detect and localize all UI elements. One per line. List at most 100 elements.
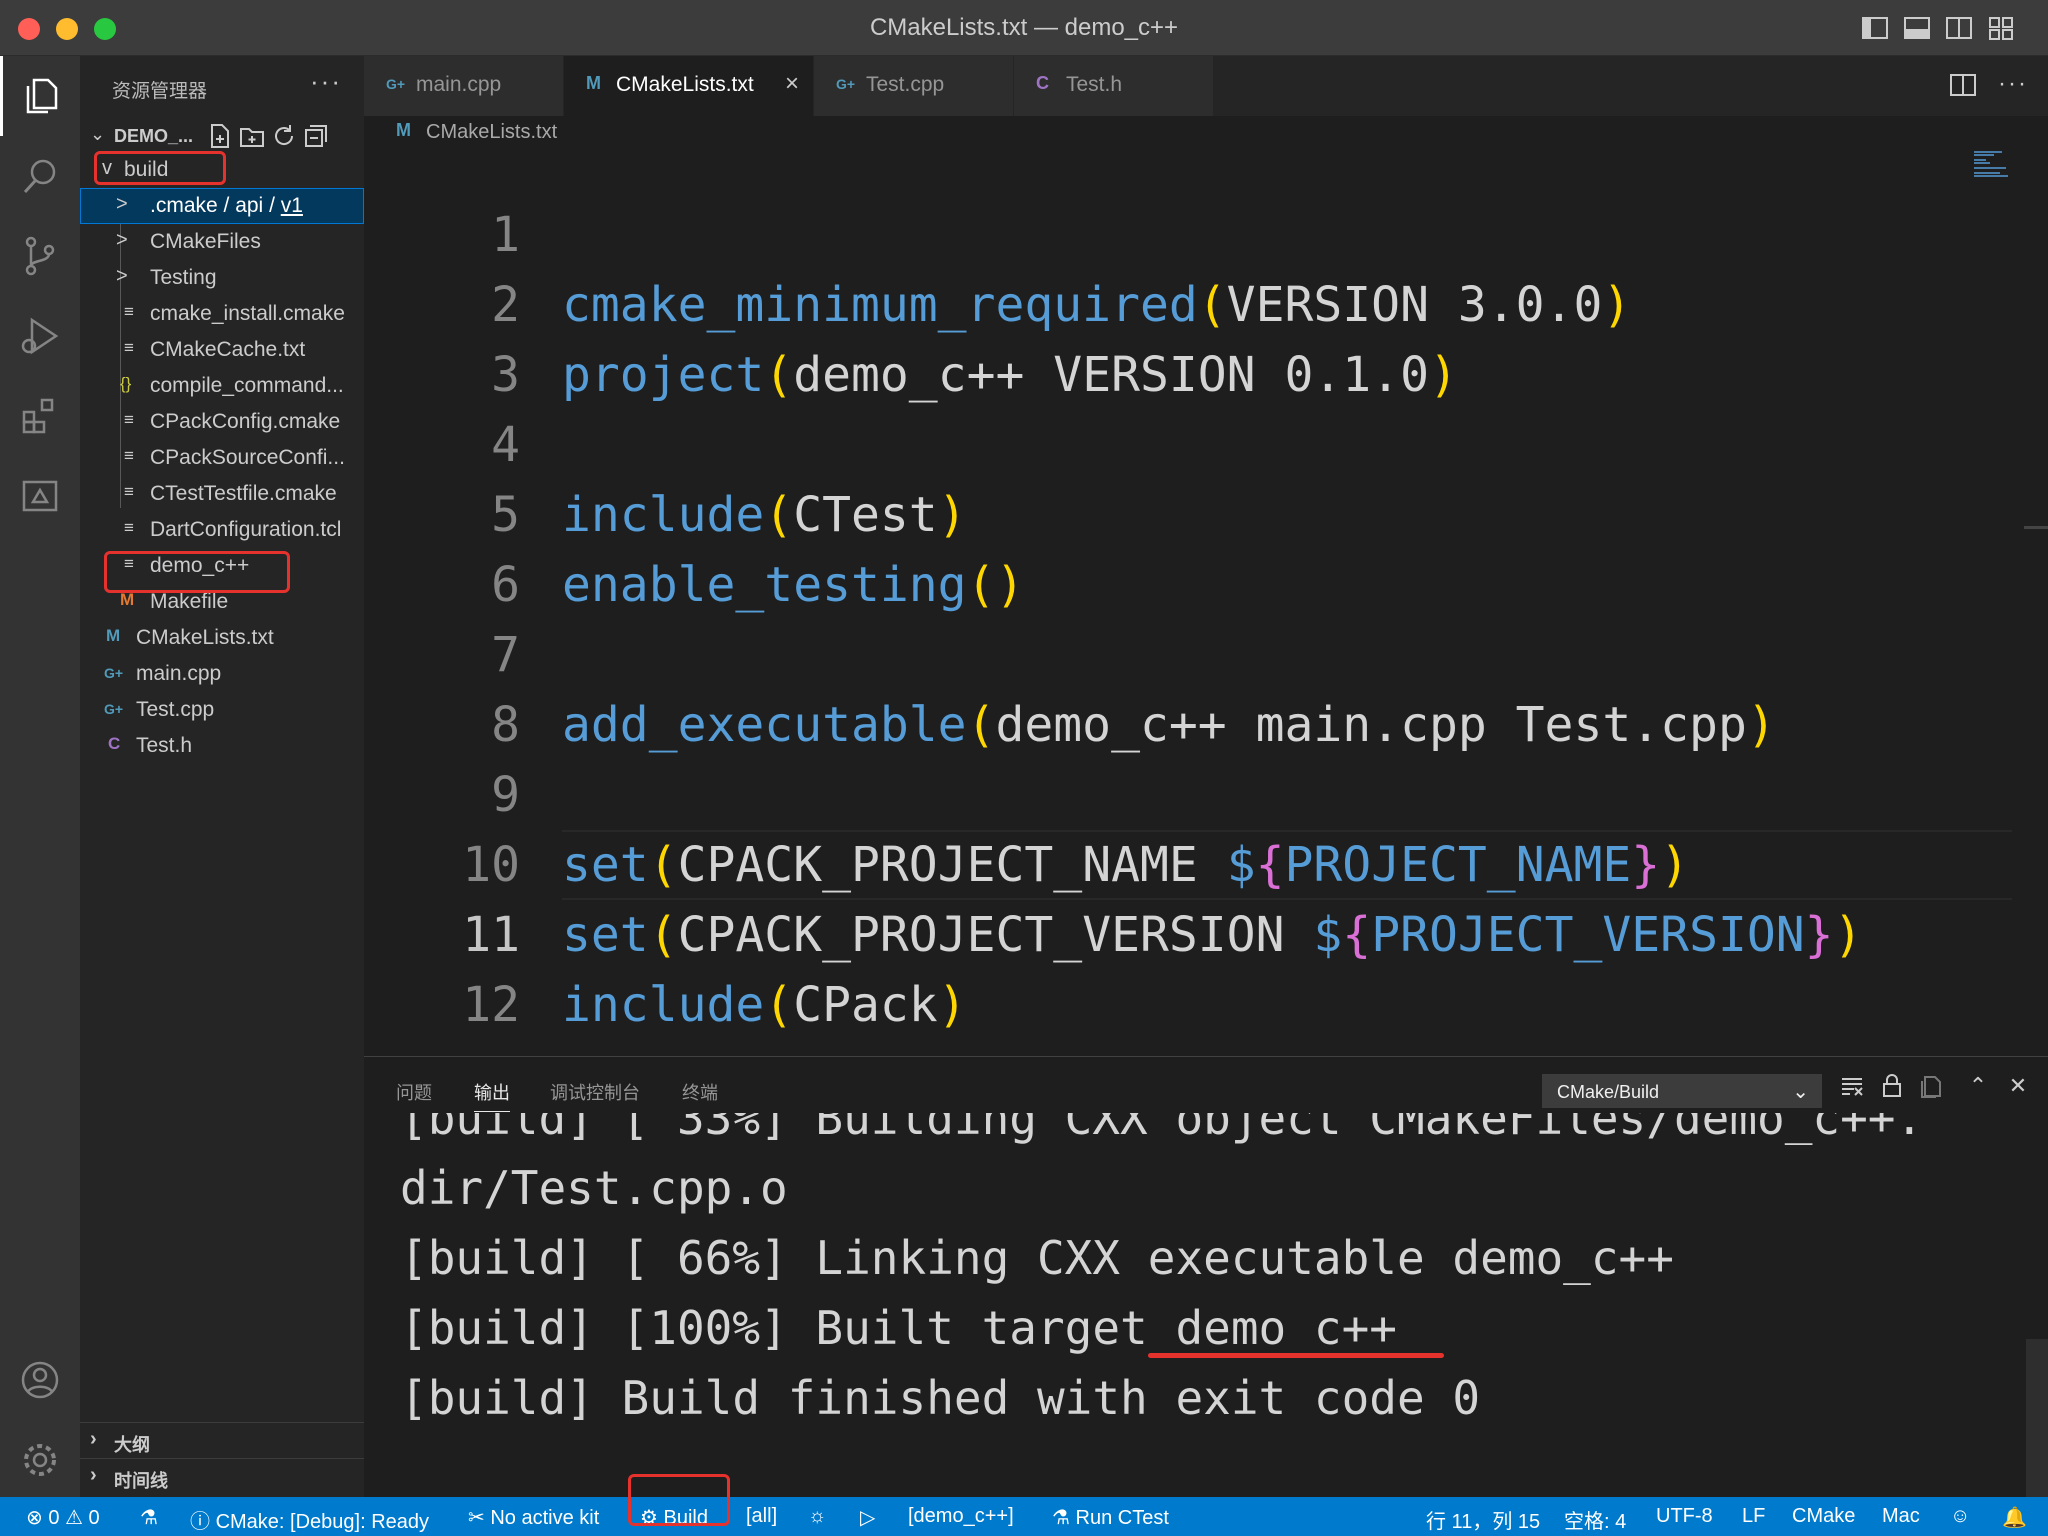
window-title: CMakeLists.txt — demo_c++ (869, 14, 1179, 41)
explorer-title: 资源管理器 (112, 81, 208, 102)
chevron-right-icon: > (116, 265, 128, 287)
run-ctest-button[interactable]: ⚗ Run CTest (1052, 1505, 1169, 1530)
project-folder-header[interactable]: ⌄ DEMO_... (80, 118, 364, 154)
output-line: dir/Test.cpp.o (400, 1161, 788, 1215)
close-tab-icon[interactable]: × (785, 70, 799, 98)
clear-output-icon[interactable] (1838, 1073, 1866, 1101)
tab-test-h[interactable]: C Test.h (1014, 56, 1214, 116)
file-lines-icon: ≡ (124, 482, 134, 501)
problems-status[interactable]: ⊗ 0 ⚠ 0 (26, 1505, 100, 1530)
launch-target-select[interactable]: [demo_c++] (908, 1505, 1014, 1528)
makefile-icon: M (120, 590, 135, 609)
more-actions-icon[interactable]: ··· (310, 66, 342, 97)
lock-scroll-icon[interactable] (1878, 1073, 1906, 1101)
toggle-primary-sidebar-icon[interactable] (1860, 14, 1890, 42)
tree-item-dartconfiguration[interactable]: ≡ DartConfiguration.tcl (80, 512, 364, 548)
new-file-icon[interactable] (206, 122, 234, 150)
tab-problems[interactable]: 问题 (396, 1079, 432, 1105)
maximize-panel-icon[interactable]: ⌃ (1964, 1073, 1992, 1101)
annotation-box-build (94, 151, 226, 185)
annotation-box-build-button (628, 1474, 730, 1526)
language-mode[interactable]: CMake (1792, 1505, 1855, 1528)
output-channel-select[interactable]: CMake/Build ⌄ (1542, 1074, 1822, 1108)
customize-layout-icon[interactable] (1986, 14, 2016, 42)
minimap[interactable] (1972, 150, 2020, 180)
tree-item-cpacksourceconfig[interactable]: ≡ CPackSourceConfi... (80, 440, 364, 476)
code-line: 10 set(CPACK_PROJECT_VERSION ${PROJECT_V… (364, 760, 1964, 963)
run-play-icon[interactable]: ▷ (860, 1505, 875, 1530)
encoding[interactable]: UTF-8 (1656, 1505, 1713, 1528)
wrench-icon: ✂ (468, 1507, 485, 1529)
chevron-down-icon: ⌄ (90, 124, 106, 144)
tree-item-cmakefiles[interactable]: > CMakeFiles (80, 224, 364, 260)
notifications-bell-icon[interactable]: 🔔 (2002, 1505, 2027, 1530)
tab-terminal[interactable]: 终端 (682, 1079, 718, 1105)
split-editor-icon[interactable] (1949, 73, 1977, 97)
collapse-all-icon[interactable] (302, 122, 330, 150)
open-log-file-icon[interactable] (1918, 1073, 1946, 1101)
file-lines-icon: ≡ (124, 410, 134, 429)
warning-icon: ⚠ (65, 1507, 83, 1529)
tab-output[interactable]: 输出 (474, 1079, 510, 1112)
cursor-position[interactable]: 行 11，列 15 (1426, 1505, 1540, 1534)
outline-section[interactable]: › 大纲 (80, 1422, 364, 1458)
breadcrumb: M CMakeLists.txt (364, 116, 2048, 150)
info-icon: ⓘ (190, 1511, 210, 1533)
toggle-secondary-sidebar-icon[interactable] (1944, 14, 1974, 42)
files-icon[interactable] (0, 56, 80, 136)
tree-item-cmake-install[interactable]: ≡ cmake_install.cmake (80, 296, 364, 332)
tree-item-cmakecache[interactable]: ≡ CMakeCache.txt (80, 332, 364, 368)
tree-item-compile-commands[interactable]: {} compile_command... (80, 368, 364, 404)
run-debug-icon[interactable] (0, 296, 80, 376)
tree-item-cmake-api-v1[interactable]: > .cmake / api / v1 (80, 188, 364, 224)
feedback-icon[interactable]: ☺ (1950, 1505, 1970, 1528)
remote-explorer-icon[interactable] (0, 456, 80, 536)
code-line: 11 include(CPack) (364, 830, 1964, 1033)
more-actions-icon[interactable]: ··· (1998, 70, 2028, 97)
extensions-icon[interactable] (0, 376, 80, 456)
close-panel-icon[interactable]: ✕ (2004, 1073, 2032, 1101)
code-line: 1 cmake_minimum_required(VERSION 3.0.0) (364, 150, 1964, 333)
refresh-icon[interactable] (270, 122, 298, 150)
chevron-down-icon: ⌄ (1792, 1081, 1809, 1103)
active-kit[interactable]: ✂ No active kit (468, 1505, 599, 1530)
code-line: 8 (364, 620, 1964, 753)
toggle-panel-icon[interactable] (1902, 14, 1932, 42)
tab-main-cpp[interactable]: G+ main.cpp (364, 56, 564, 116)
settings-gear-icon[interactable] (0, 1420, 80, 1500)
tab-cmakelists[interactable]: M CMakeLists.txt × (564, 56, 814, 116)
tree-item-cpackconfig[interactable]: ≡ CPackConfig.cmake (80, 404, 364, 440)
cmake-tools-icon[interactable]: ⚗ (140, 1505, 158, 1530)
tree-item-testing[interactable]: > Testing (80, 260, 364, 296)
platform[interactable]: Mac (1882, 1505, 1920, 1528)
cmake-file-icon: M (106, 626, 121, 645)
panel-scrollbar[interactable] (2026, 1339, 2048, 1497)
code-line: 4 include(CTest) (364, 340, 1964, 543)
search-icon[interactable] (0, 136, 80, 216)
title-bar: CMakeLists.txt — demo_c++ (0, 0, 2048, 56)
source-control-icon[interactable] (0, 216, 80, 296)
build-target-select[interactable]: [all] (746, 1505, 777, 1528)
cmake-status[interactable]: ⓘ CMake: [Debug]: Ready (190, 1505, 429, 1534)
tab-test-cpp[interactable]: G+ Test.cpp (814, 56, 1014, 116)
output-panel: 问题 输出 调试控制台 终端 CMake/Build ⌄ ⌃ ✕ [build]… (364, 1056, 2048, 1497)
chevron-right-icon: > (116, 193, 128, 215)
tree-item-main-cpp[interactable]: G+ main.cpp (80, 656, 364, 692)
debug-bug-icon[interactable]: ☼ (808, 1505, 826, 1528)
tree-item-test-cpp[interactable]: G+ Test.cpp (80, 692, 364, 728)
explorer-sidebar: 资源管理器 ··· ⌄ DEMO_... v build > .cmake / … (80, 56, 364, 1497)
code-editor[interactable]: 1 cmake_minimum_required(VERSION 3.0.0) … (364, 150, 2048, 1056)
tab-debug-console[interactable]: 调试控制台 (550, 1079, 640, 1105)
json-braces-icon: {} (120, 374, 132, 393)
account-icon[interactable] (0, 1340, 80, 1420)
tree-item-cmakelists[interactable]: M CMakeLists.txt (80, 620, 364, 656)
timeline-section[interactable]: › 时间线 (80, 1458, 364, 1494)
error-icon: ⊗ (26, 1507, 43, 1529)
new-folder-icon[interactable] (238, 122, 266, 150)
breadcrumb-file[interactable]: CMakeLists.txt (426, 121, 557, 144)
end-of-line[interactable]: LF (1742, 1505, 1765, 1528)
cpp-file-icon: G+ (104, 701, 124, 717)
indentation[interactable]: 空格: 4 (1564, 1505, 1626, 1534)
tree-item-ctesttestfile[interactable]: ≡ CTestTestfile.cmake (80, 476, 364, 512)
tree-item-test-h[interactable]: C Test.h (80, 728, 364, 764)
